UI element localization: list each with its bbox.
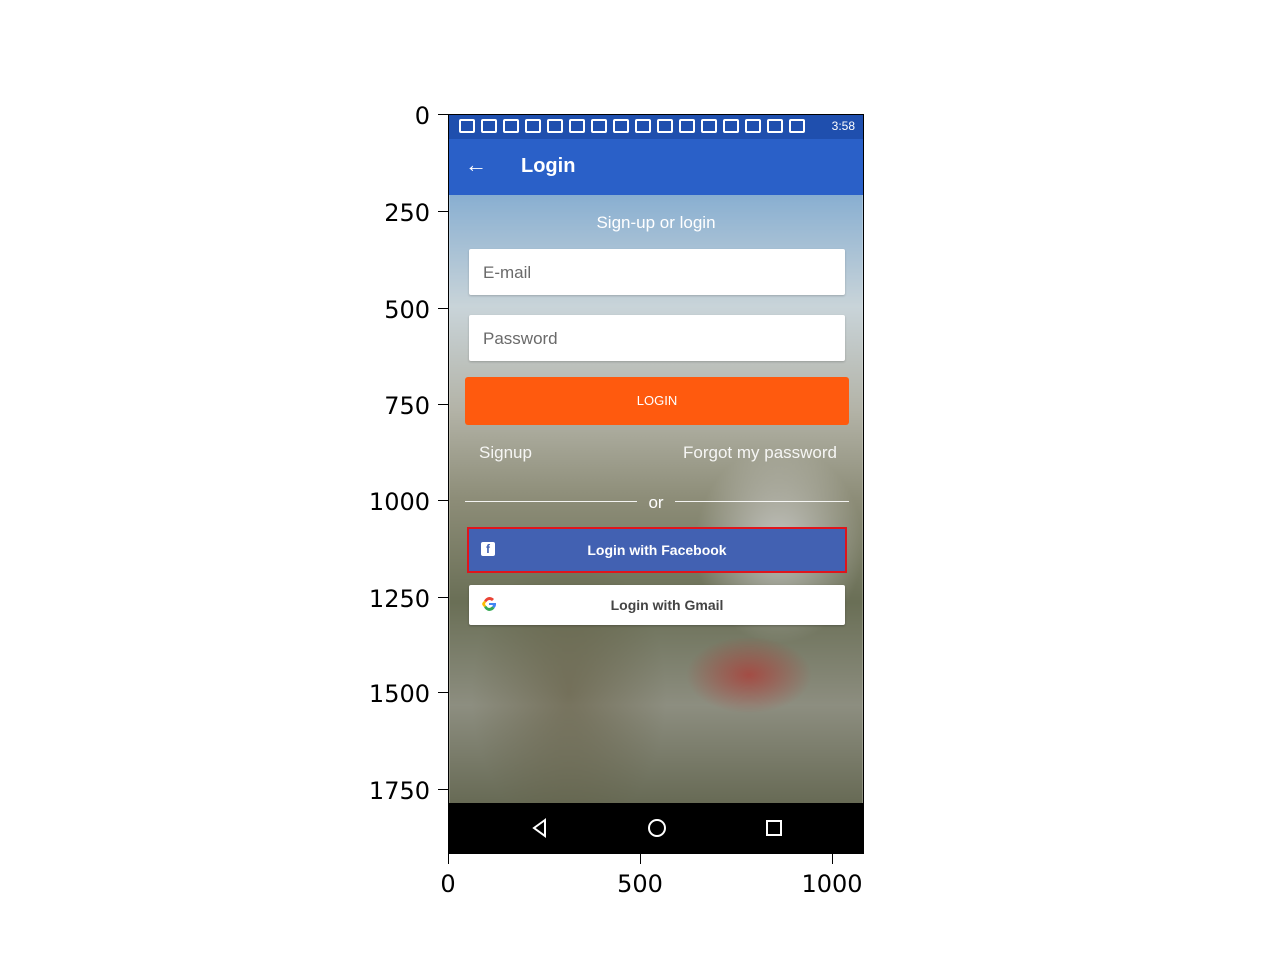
x-tick-label: 1000 xyxy=(801,870,863,898)
status-bar: 3:58 xyxy=(449,115,863,139)
bluetooth-icon xyxy=(701,119,717,133)
y-tick xyxy=(438,404,448,405)
form-subtitle: Sign-up or login xyxy=(596,213,716,232)
facebook-notification-icon xyxy=(503,119,519,133)
y-tick xyxy=(438,597,448,598)
login-button[interactable]: LOGIN xyxy=(465,377,849,425)
password-input[interactable] xyxy=(481,315,849,363)
home-circle-icon[interactable] xyxy=(646,817,668,839)
y-tick xyxy=(438,692,448,693)
y-tick xyxy=(438,211,448,212)
notification-icons xyxy=(459,119,805,133)
app-notification-icon xyxy=(679,119,695,133)
app-notification-icon xyxy=(613,119,629,133)
x-tick-label: 500 xyxy=(617,870,663,898)
back-triangle-icon[interactable] xyxy=(529,817,551,839)
app-notification-icon xyxy=(657,119,673,133)
wifi-icon xyxy=(745,119,761,133)
gmail-button-label: Login with Gmail xyxy=(610,597,724,613)
y-tick xyxy=(438,308,448,309)
arrow-left-icon[interactable]: ← xyxy=(465,153,489,177)
y-tick-label: 1250 xyxy=(368,585,430,613)
y-tick-label: 0 xyxy=(414,102,430,130)
email-field[interactable] xyxy=(469,249,849,297)
recents-square-icon[interactable] xyxy=(763,817,785,839)
battery-icon xyxy=(789,119,805,133)
y-tick-label: 500 xyxy=(384,296,430,324)
y-tick-label: 1000 xyxy=(368,488,430,516)
y-tick xyxy=(438,114,448,115)
y-tick-label: 1500 xyxy=(368,680,430,708)
signal-icon xyxy=(767,119,783,133)
or-label: or xyxy=(648,493,664,512)
app-notification-icon xyxy=(569,119,585,133)
facebook-notification-icon xyxy=(481,119,497,133)
navigation-bar xyxy=(449,803,863,853)
y-tick-label: 250 xyxy=(384,199,430,227)
y-tick xyxy=(438,500,448,501)
facebook-notification-icon xyxy=(547,119,563,133)
status-time: 3:58 xyxy=(831,119,855,133)
page-title: Login xyxy=(521,155,576,177)
app-notification-icon xyxy=(591,119,607,133)
facebook-notification-icon xyxy=(525,119,541,133)
email-input[interactable] xyxy=(481,249,849,297)
divider-right xyxy=(675,501,849,502)
x-tick xyxy=(448,854,449,864)
x-tick xyxy=(640,854,641,864)
y-tick xyxy=(438,789,448,790)
y-tick-label: 750 xyxy=(384,392,430,420)
phone-screen: 3:58 ← Login Sign-up or login LOGIN Sign… xyxy=(449,115,863,853)
app-bar: ← Login xyxy=(449,139,863,195)
square-notification-icon xyxy=(635,119,651,133)
facebook-login-button[interactable]: f Login with Facebook xyxy=(467,527,847,573)
x-tick xyxy=(832,854,833,864)
image-axes: 3:58 ← Login Sign-up or login LOGIN Sign… xyxy=(448,114,864,854)
password-field[interactable] xyxy=(469,315,849,363)
signup-link[interactable]: Signup xyxy=(479,443,532,463)
x-tick-label: 0 xyxy=(440,870,456,898)
do-not-disturb-icon xyxy=(723,119,739,133)
y-tick-label: 1750 xyxy=(368,777,430,805)
forgot-password-link[interactable]: Forgot my password xyxy=(683,443,837,463)
message-icon xyxy=(459,119,475,133)
gmail-login-button[interactable]: Login with Gmail xyxy=(469,585,845,625)
facebook-button-label: Login with Facebook xyxy=(587,542,727,558)
